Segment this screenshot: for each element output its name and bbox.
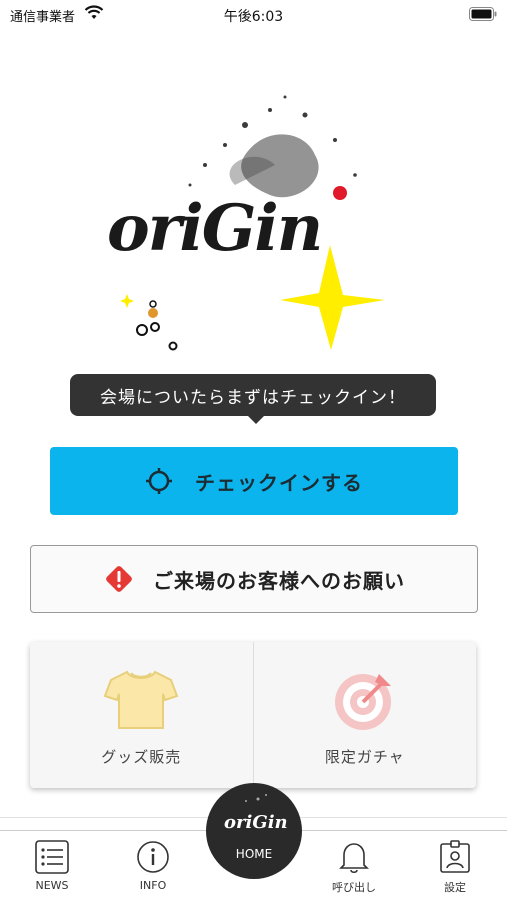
- tile-gacha[interactable]: 限定ガチャ: [252, 642, 477, 788]
- news-list-icon: [35, 840, 69, 874]
- tshirt-icon: [103, 670, 179, 729]
- bell-icon: [339, 843, 369, 874]
- tab-call[interactable]: 呼び出し: [314, 839, 394, 895]
- tile-goods-label: グッズ販売: [101, 748, 182, 766]
- home-logo-icon: oriGin: [224, 794, 288, 833]
- tab-info[interactable]: INFO: [113, 839, 193, 892]
- tile-gacha-label: 限定ガチャ: [324, 748, 405, 766]
- checkin-button[interactable]: チェックインする: [50, 447, 458, 515]
- svg-text:oriGin: oriGin: [224, 812, 288, 833]
- warning-icon: [106, 566, 132, 592]
- tab-news[interactable]: NEWS: [12, 839, 92, 892]
- checkin-tooltip: 会場についたらまずはチェックイン！: [70, 374, 436, 424]
- id-card-icon: [440, 840, 470, 873]
- tab-info-label: INFO: [139, 879, 167, 892]
- logo-text: oriGin: [107, 191, 321, 266]
- tab-settings[interactable]: 設定: [415, 839, 495, 895]
- status-bar: 通信事業者 午後6:03: [0, 0, 507, 30]
- tab-news-label: NEWS: [35, 879, 69, 892]
- feature-tiles: グッズ販売 限定ガチャ: [30, 642, 476, 788]
- tab-call-label: 呼び出し: [332, 881, 376, 894]
- visitor-notice-button[interactable]: ご来場のお客様へのお願い: [30, 545, 478, 613]
- logo-red-dot: [333, 186, 347, 200]
- tooltip-text: 会場についたらまずはチェックイン！: [100, 387, 406, 408]
- notice-label: ご来場のお客様へのお願い: [153, 568, 405, 593]
- clock: 午後6:03: [223, 9, 284, 25]
- target-icon: [334, 674, 391, 730]
- crosshair-icon: [146, 468, 172, 494]
- info-icon: [137, 841, 169, 873]
- battery-icon: [469, 7, 497, 21]
- checkin-label: チェックインする: [195, 470, 363, 495]
- tab-home[interactable]: oriGin HOME: [206, 783, 302, 879]
- origin-logo: oriGin: [107, 95, 385, 351]
- tile-goods[interactable]: グッズ販売: [30, 642, 253, 788]
- tab-home-label: HOME: [235, 847, 273, 861]
- tab-settings-label: 設定: [444, 881, 466, 894]
